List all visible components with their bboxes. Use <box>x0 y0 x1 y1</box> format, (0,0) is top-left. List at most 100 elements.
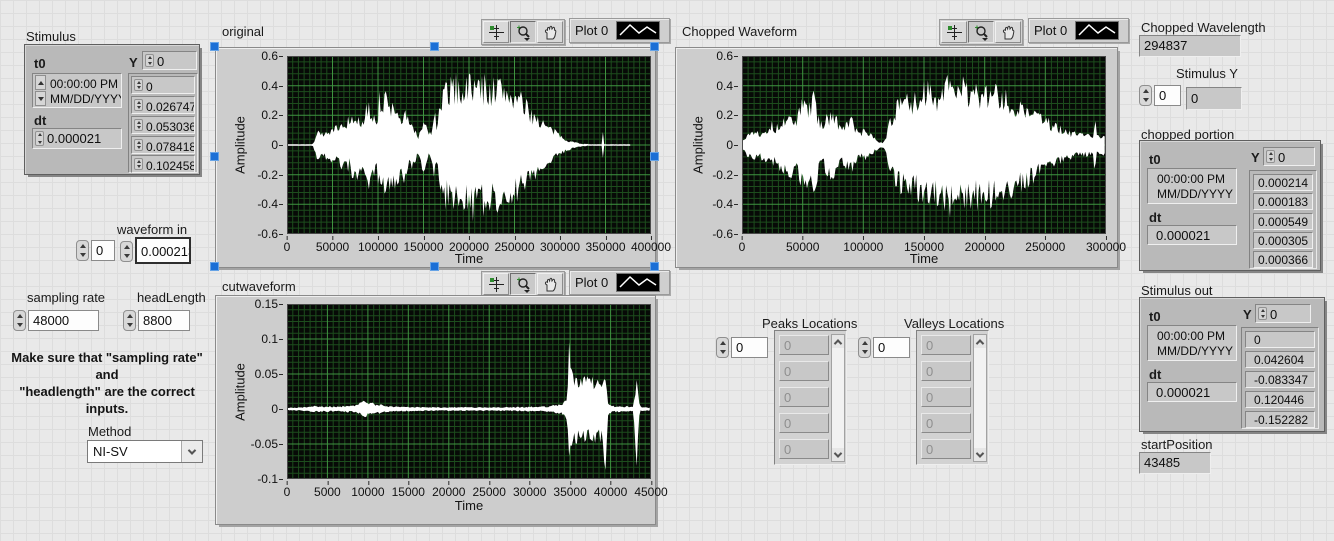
sampling-rate-field[interactable]: 48000 <box>28 310 99 331</box>
y-array-index[interactable]: 0 <box>142 51 197 70</box>
peaks-element: 0 <box>779 335 829 355</box>
stimulus-y-index-spinner[interactable] <box>1139 85 1152 106</box>
valleys-scrollbar[interactable] <box>973 334 987 462</box>
cursor-tool-button[interactable] <box>483 273 509 295</box>
method-label: Method <box>88 424 131 439</box>
selection-handle[interactable] <box>210 42 219 51</box>
t0-timestamp-value: 00:00:00 PM MM/DD/YYYY <box>1147 325 1237 361</box>
y-tick-label: 0 <box>271 402 278 416</box>
pan-tool-button[interactable] <box>995 21 1021 43</box>
headlength-spinner[interactable] <box>123 310 136 331</box>
peaks-index-spinner[interactable] <box>716 337 729 358</box>
y-array-element[interactable]: 0.026747 <box>131 96 195 114</box>
y-array-index[interactable]: 0 <box>1255 304 1311 323</box>
y-array-element: 0.000366 <box>1253 251 1313 268</box>
y-array-element[interactable]: 0.078418 <box>131 136 195 154</box>
cursor-tool-button[interactable] <box>941 21 967 43</box>
valleys-index-spinner[interactable] <box>858 337 871 358</box>
element-spinner[interactable] <box>134 119 143 131</box>
plot-legend-original[interactable]: Plot 0 <box>569 18 670 43</box>
y-array-element: -0.152282 <box>1245 411 1315 428</box>
element-spinner[interactable] <box>134 158 143 170</box>
selection-handle[interactable] <box>430 42 439 51</box>
y-index-spinner[interactable] <box>145 54 154 67</box>
selection-handle[interactable] <box>210 262 219 271</box>
dt-spinner[interactable] <box>35 131 44 146</box>
chopped-wavelength-value: 294837 <box>1139 35 1241 57</box>
y-tick-label: -0.1 <box>257 472 278 486</box>
y-array-element[interactable]: 0 <box>131 76 195 94</box>
y-index-spinner[interactable] <box>1258 307 1267 320</box>
pan-tool-button[interactable] <box>537 21 563 43</box>
y-array-index[interactable]: 0 <box>1263 147 1315 166</box>
y-tick-label: 0.2 <box>261 108 278 122</box>
plot-legend-cutwaveform[interactable]: Plot 0 <box>569 270 670 295</box>
plot-area[interactable] <box>287 304 651 479</box>
plot-legend-chopped[interactable]: Plot 0 <box>1028 18 1129 43</box>
selection-handle[interactable] <box>430 262 439 271</box>
scroll-up-button[interactable] <box>974 335 986 348</box>
chevron-down-icon <box>834 449 842 457</box>
valleys-element: 0 <box>921 361 971 381</box>
element-spinner[interactable] <box>134 79 143 91</box>
waveform-zigzag-icon <box>616 21 660 40</box>
scroll-down-button[interactable] <box>832 448 844 461</box>
y-tick-label: -0.6 <box>257 227 278 241</box>
chopped-portion-cluster: t0 00:00:00 PM MM/DD/YYYY dt 0.000021 Y … <box>1139 140 1321 271</box>
selection-handle[interactable] <box>650 152 659 161</box>
x-axis-scale: 0500010000150002000025000300003500040000… <box>287 482 651 498</box>
y-tick-label: -0.6 <box>712 227 733 241</box>
plot-area[interactable] <box>742 56 1106 234</box>
y-array-element: 0.042604 <box>1245 351 1315 368</box>
stimulus-out-cluster: t0 00:00:00 PM MM/DD/YYYY dt 0.000021 Y … <box>1139 297 1325 432</box>
t0-decrement-button[interactable] <box>35 91 46 106</box>
x-tick-label: 45000 <box>634 485 667 499</box>
selection-handle[interactable] <box>650 262 659 271</box>
zoom-tool-button[interactable] <box>510 273 536 295</box>
peaks-index[interactable]: 0 <box>731 337 768 358</box>
sampling-rate-spinner[interactable] <box>13 310 26 331</box>
method-selected-value: NI-SV <box>88 444 181 459</box>
waveform-graph-chopped: Amplitude 0.60.40.20-0.2-0.4-0.6 0500001… <box>675 47 1118 268</box>
y-array-element[interactable]: 0.102458 <box>131 155 195 173</box>
plot-area[interactable] <box>287 56 651 234</box>
y-array-element[interactable]: 0.053036 <box>131 116 195 134</box>
y-index-value: 0 <box>157 54 164 69</box>
waveform-in-index-spinner[interactable] <box>76 240 89 261</box>
y-axis-scale: 0.60.40.20-0.2-0.4-0.6 <box>216 56 282 234</box>
waveform-in-index[interactable]: 0 <box>91 240 115 261</box>
start-position-label: startPosition <box>1141 437 1213 452</box>
scroll-up-button[interactable] <box>832 335 844 348</box>
t0-label: t0 <box>34 56 46 71</box>
element-spinner[interactable] <box>134 139 143 151</box>
waveform-in-value[interactable]: 0.000213 <box>135 237 191 264</box>
method-dropdown-button[interactable] <box>181 441 202 462</box>
y-tick-label: -0.4 <box>712 197 733 211</box>
scroll-down-button[interactable] <box>974 448 986 461</box>
stimulus-y-index[interactable]: 0 <box>1154 85 1181 106</box>
y-tick-label: -0.4 <box>257 197 278 211</box>
t0-time-value: 00:00:00 PM <box>50 77 118 92</box>
selection-handle[interactable] <box>650 42 659 51</box>
x-tick-label: 0 <box>284 485 291 499</box>
y-array-element: 0.000214 <box>1253 174 1313 191</box>
dt-field[interactable]: 0.000021 <box>32 128 122 149</box>
y-tick-label: 0.6 <box>261 49 278 63</box>
selection-handle[interactable] <box>210 152 219 161</box>
waveform-in-value-spinner[interactable] <box>120 241 133 262</box>
pan-tool-button[interactable] <box>537 273 563 295</box>
peaks-element: 0 <box>779 439 829 459</box>
t0-increment-button[interactable] <box>35 75 46 90</box>
t0-timestamp-field[interactable]: 00:00:00 PM MM/DD/YYYY <box>32 73 122 108</box>
element-spinner[interactable] <box>134 99 143 111</box>
headlength-label: headLength <box>137 290 206 305</box>
zoom-tool-button[interactable] <box>510 21 536 43</box>
method-dropdown[interactable]: NI-SV <box>87 440 203 463</box>
y-tick-label: 0.05 <box>255 367 278 381</box>
valleys-index[interactable]: 0 <box>873 337 910 358</box>
y-index-spinner[interactable] <box>1266 150 1275 163</box>
cursor-tool-button[interactable] <box>483 21 509 43</box>
peaks-scrollbar[interactable] <box>831 334 845 462</box>
headlength-field[interactable]: 8800 <box>138 310 190 331</box>
zoom-tool-button[interactable] <box>968 21 994 43</box>
